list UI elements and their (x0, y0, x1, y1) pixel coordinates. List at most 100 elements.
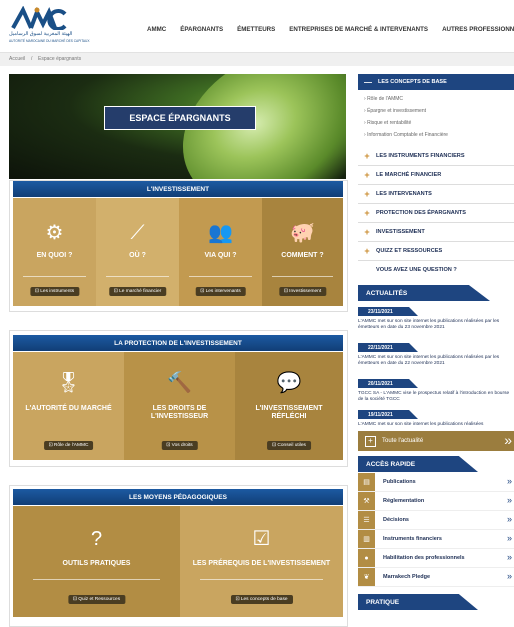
tile-divider (188, 276, 253, 277)
news-date: 23/11/2021 (358, 307, 418, 316)
concept-link-epargne[interactable]: › Épargne et investissement (364, 108, 426, 114)
chevron-right-icon: » (506, 552, 512, 562)
accordion-quizz[interactable]: + QUIZZ ET RESSOURCES (358, 242, 514, 261)
news-item[interactable]: L'AMMC met sur son site internet les pub… (358, 319, 514, 331)
nav-epargnants[interactable]: ÉPARGNANTS (173, 26, 230, 38)
plus-icon: + (364, 208, 370, 218)
accordion-protection[interactable]: + PROTECTION DES ÉPARGNANTS (358, 204, 514, 223)
concept-link-risque[interactable]: › Risque et rentabilité (364, 120, 411, 126)
tile-ou[interactable]: ⟋ OÙ ? ⊡ Le marché financier (96, 198, 179, 306)
moyens-title: LES MOYENS PÉDAGOGIQUES (13, 489, 343, 505)
all-news-button[interactable]: + Toute l'actualité » (358, 431, 514, 451)
tile-outils-pratiques[interactable]: ? OUTILS PRATIQUES ⊡ Quiz et Ressources (13, 506, 180, 617)
chevron-right-icon: » (506, 533, 512, 543)
quick-link-instruments[interactable]: ▥ Instruments financiers» (358, 530, 514, 549)
logo-arabic-text: الهيئة المغربية لسوق الرساميل (9, 31, 73, 37)
pratique-title: PRATIQUE (358, 594, 478, 610)
plus-icon: + (364, 170, 370, 180)
tile-divider (105, 276, 170, 277)
plus-icon: + (364, 151, 370, 161)
chat-bubbles-icon: 💬 (276, 372, 302, 394)
tile-prerequis[interactable]: ☑ LES PRÉREQUIS DE L'INVESTISSEMENT ⊡ Le… (180, 506, 343, 617)
tile-link-intervenants[interactable]: ⊡ Les intervenants (195, 287, 246, 296)
nav-ammc[interactable]: AMMC (140, 26, 173, 38)
gears-icon: ⚙ (45, 222, 64, 244)
news-item[interactable]: TGCC SA - L'AMMC vise le prospectus rela… (358, 391, 514, 403)
quick-link-habilitation[interactable]: ● Habilitation des professionnels» (358, 549, 514, 568)
main-nav: AMMC ÉPARGNANTS ÉMETTEURS ENTREPRISES DE… (140, 26, 514, 38)
bar-chart-icon: ▥ (358, 530, 375, 548)
accordion-instruments[interactable]: + LES INSTRUMENTS FINANCIERS (358, 147, 514, 166)
quick-link-publications[interactable]: ▤ Publications» (358, 473, 514, 492)
breadcrumb-separator: / (31, 56, 33, 62)
accordion-investissement[interactable]: + INVESTISSEMENT (358, 223, 514, 242)
checkbox-icon: ☑ (252, 528, 271, 550)
tile-comment[interactable]: 🐖 COMMENT ? ⊡ Investissement (262, 198, 343, 306)
protection-title: LA PROTECTION DE L'INVESTISSEMENT (13, 335, 343, 351)
tile-label: LES PRÉREQUIS DE L'INVESTISSEMENT (192, 560, 331, 567)
breadcrumb-current: Espace épargnants (38, 56, 82, 62)
tile-en-quoi[interactable]: ⚙ EN QUOI ? ⊡ Les instruments (13, 198, 96, 306)
chart-line-icon: ⟋ (130, 222, 145, 244)
question-link[interactable]: VOUS AVEZ UNE QUESTION ? (358, 261, 514, 279)
news-date: 22/11/2021 (358, 343, 418, 352)
tile-label: EN QUOI ? (36, 252, 73, 259)
tile-link-instruments[interactable]: ⊡ Les instruments (29, 287, 80, 296)
hero-banner: ESPACE ÉPARGNANTS (9, 74, 346, 179)
tile-investissement-reflechi[interactable]: 💬 L'INVESTISSEMENT RÉFLÉCHI ⊡ Conseil ut… (235, 352, 343, 460)
tile-divider (33, 579, 160, 580)
minus-icon: — (364, 77, 372, 87)
tile-label: OÙ ? (129, 252, 146, 259)
gavel-icon: ⚒ (358, 492, 375, 510)
plus-icon: + (364, 189, 370, 199)
tile-droits-investisseur[interactable]: 🔨 LES DROITS DE L'INVESTISSEUR ⊡ Vos dro… (124, 352, 235, 460)
tile-link-vos-droits[interactable]: ⊡ Vos droits (161, 441, 198, 450)
concepts-accordion-header[interactable]: — LES CONCEPTS DE BASE (358, 74, 514, 90)
breadcrumb-home[interactable]: Accueil (9, 56, 25, 62)
news-title: ACTUALITÉS (358, 285, 490, 301)
quick-access-title: ACCÈS RAPIDE (358, 456, 478, 472)
tile-link-role-ammc[interactable]: ⊡ Rôle de l'AMMC (43, 441, 94, 450)
tile-divider (271, 276, 334, 277)
tile-label: VIA QUI ? (204, 252, 237, 259)
gavel-icon: 🔨 (167, 372, 192, 394)
news-date: 20/11/2021 (358, 379, 418, 388)
nav-entreprises-de-marche[interactable]: ENTREPRISES DE MARCHÉ & INTERVENANTS (282, 26, 435, 38)
award-ribbon-icon: 🎖 (55, 372, 82, 394)
plus-icon: + (364, 227, 370, 237)
news-date: 19/11/2021 (358, 410, 418, 419)
tile-link-quiz-ressources[interactable]: ⊡ Quiz et Ressources (67, 595, 126, 604)
tile-autorite-du-marche[interactable]: 🎖 L'AUTORITÉ DU MARCHÉ ⊡ Rôle de l'AMMC (13, 352, 124, 460)
quick-link-marrakech-pledge[interactable]: ❦ Marrakech Pledge» (358, 568, 514, 587)
ammc-logo-mark (11, 6, 67, 30)
news-item[interactable]: L'AMMC met sur son site internet les pub… (358, 422, 514, 428)
news-item[interactable]: L'AMMC met sur son site internet les pub… (358, 355, 514, 367)
tile-label: OUTILS PRATIQUES (62, 560, 131, 567)
accordion-marche[interactable]: + LE MARCHÉ FINANCIER (358, 166, 514, 185)
tile-link-concepts-de-base[interactable]: ⊡ Les concepts de base (230, 595, 293, 604)
nav-autres-professionnels[interactable]: AUTRES PROFESSIONNELS (435, 26, 514, 38)
concepts-title: LES CONCEPTS DE BASE (378, 79, 447, 85)
badge-icon: ● (358, 549, 375, 567)
tile-link-investissement[interactable]: ⊡ Investissement (278, 287, 327, 296)
tile-link-conseils-utiles[interactable]: ⊡ Conseil utiles (267, 441, 311, 450)
leaf-icon: ❦ (358, 568, 375, 586)
plus-square-icon: + (365, 435, 376, 447)
quick-link-decisions[interactable]: ☰ Décisions» (358, 511, 514, 530)
investissement-title: L'INVESTISSEMENT (13, 181, 343, 197)
list-icon: ☰ (358, 511, 375, 529)
people-icon: 👥 (208, 222, 233, 244)
tile-link-marche-financier[interactable]: ⊡ Le marché financier (108, 287, 167, 296)
piggy-bank-icon: 🐖 (290, 222, 315, 244)
ammc-logo[interactable]: الهيئة المغربية لسوق الرساميل AUTORITÉ M… (9, 6, 90, 50)
nav-emetteurs[interactable]: ÉMETTEURS (230, 26, 282, 38)
double-chevron-right-icon: » (504, 432, 512, 448)
logo-french-text: AUTORITÉ MAROCAINE DU MARCHÉ DES CAPITAU… (9, 39, 90, 43)
accordion-intervenants[interactable]: + LES INTERVENANTS (358, 185, 514, 204)
tile-via-qui[interactable]: 👥 VIA QUI ? ⊡ Les intervenants (179, 198, 262, 306)
all-news-label: Toute l'actualité (382, 438, 424, 444)
question-icon: ? (90, 528, 103, 550)
concept-link-information[interactable]: › Information Comptable et Financière (364, 132, 448, 138)
quick-link-reglementation[interactable]: ⚒ Réglementation» (358, 492, 514, 511)
concept-link-role[interactable]: › Rôle de l'AMMC (364, 96, 403, 102)
